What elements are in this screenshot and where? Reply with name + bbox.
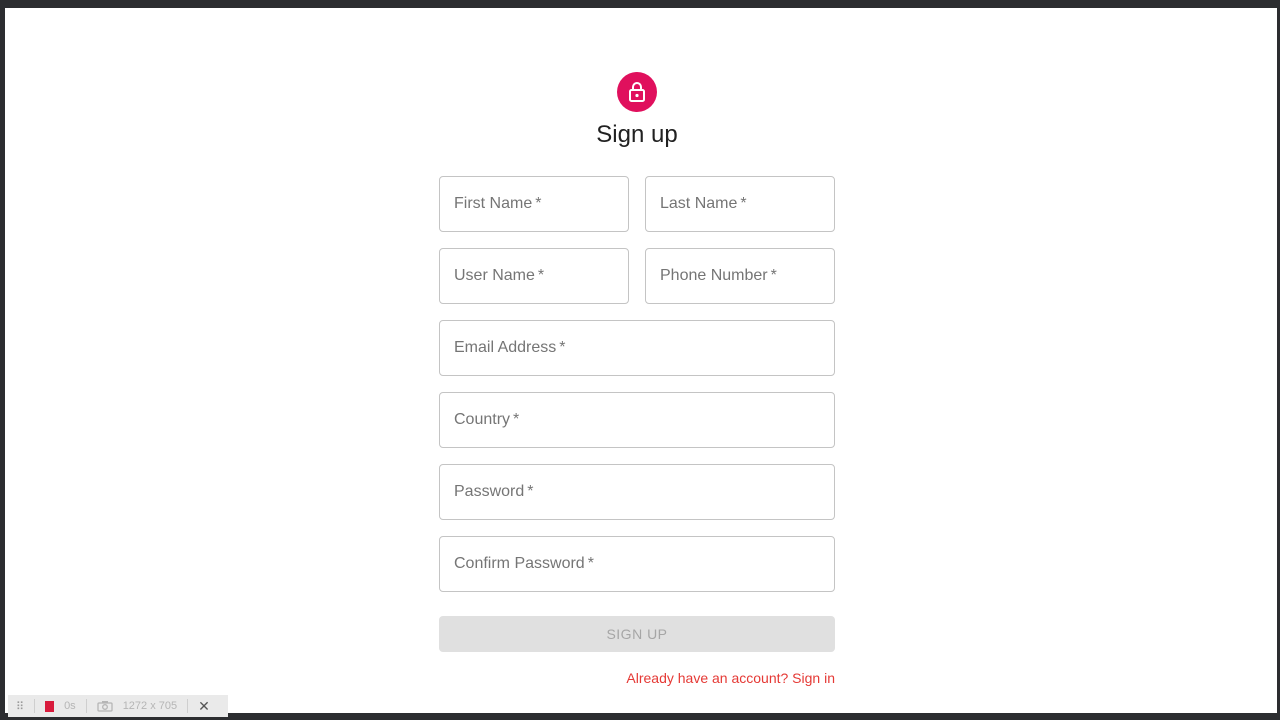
last-name-field[interactable]: Last Name * bbox=[645, 176, 835, 232]
phone-number-input[interactable] bbox=[646, 249, 834, 303]
confirm-password-input[interactable] bbox=[440, 537, 834, 591]
toolbar-divider bbox=[34, 699, 36, 713]
first-name-field[interactable]: First Name * bbox=[439, 176, 629, 232]
close-icon[interactable]: ✕ bbox=[198, 698, 210, 715]
toolbar-divider bbox=[187, 699, 189, 713]
record-icon[interactable] bbox=[45, 700, 55, 712]
email-input[interactable] bbox=[440, 321, 834, 375]
phone-number-field[interactable]: Phone Number * bbox=[645, 248, 835, 304]
page-frame: Sign up First Name * Last Name * User Name… bbox=[5, 8, 1277, 713]
email-field[interactable]: Email Address * bbox=[439, 320, 835, 376]
record-timer: 0s bbox=[64, 700, 76, 712]
page-title: Sign up bbox=[596, 121, 678, 148]
lock-icon bbox=[629, 82, 645, 102]
country-field[interactable]: Country * bbox=[439, 392, 835, 448]
country-input[interactable] bbox=[440, 393, 834, 447]
last-name-input[interactable] bbox=[646, 177, 834, 231]
password-field[interactable]: Password * bbox=[439, 464, 835, 520]
user-name-input[interactable] bbox=[440, 249, 628, 303]
dev-toolbar: ⠿ 0s 1272 x 705 ✕ bbox=[8, 695, 228, 717]
password-input[interactable] bbox=[440, 465, 834, 519]
camera-icon[interactable] bbox=[97, 700, 113, 712]
sign-up-button[interactable]: SIGN UP bbox=[439, 616, 835, 652]
drag-handle-icon[interactable]: ⠿ bbox=[16, 700, 24, 713]
toolbar-divider bbox=[85, 699, 87, 713]
confirm-password-field[interactable]: Confirm Password * bbox=[439, 536, 835, 592]
user-name-field[interactable]: User Name * bbox=[439, 248, 629, 304]
lock-avatar bbox=[617, 72, 657, 112]
viewport-dimensions: 1272 x 705 bbox=[122, 700, 178, 712]
sign-in-link[interactable]: Already have an account? Sign in bbox=[545, 670, 835, 686]
first-name-input[interactable] bbox=[440, 177, 628, 231]
